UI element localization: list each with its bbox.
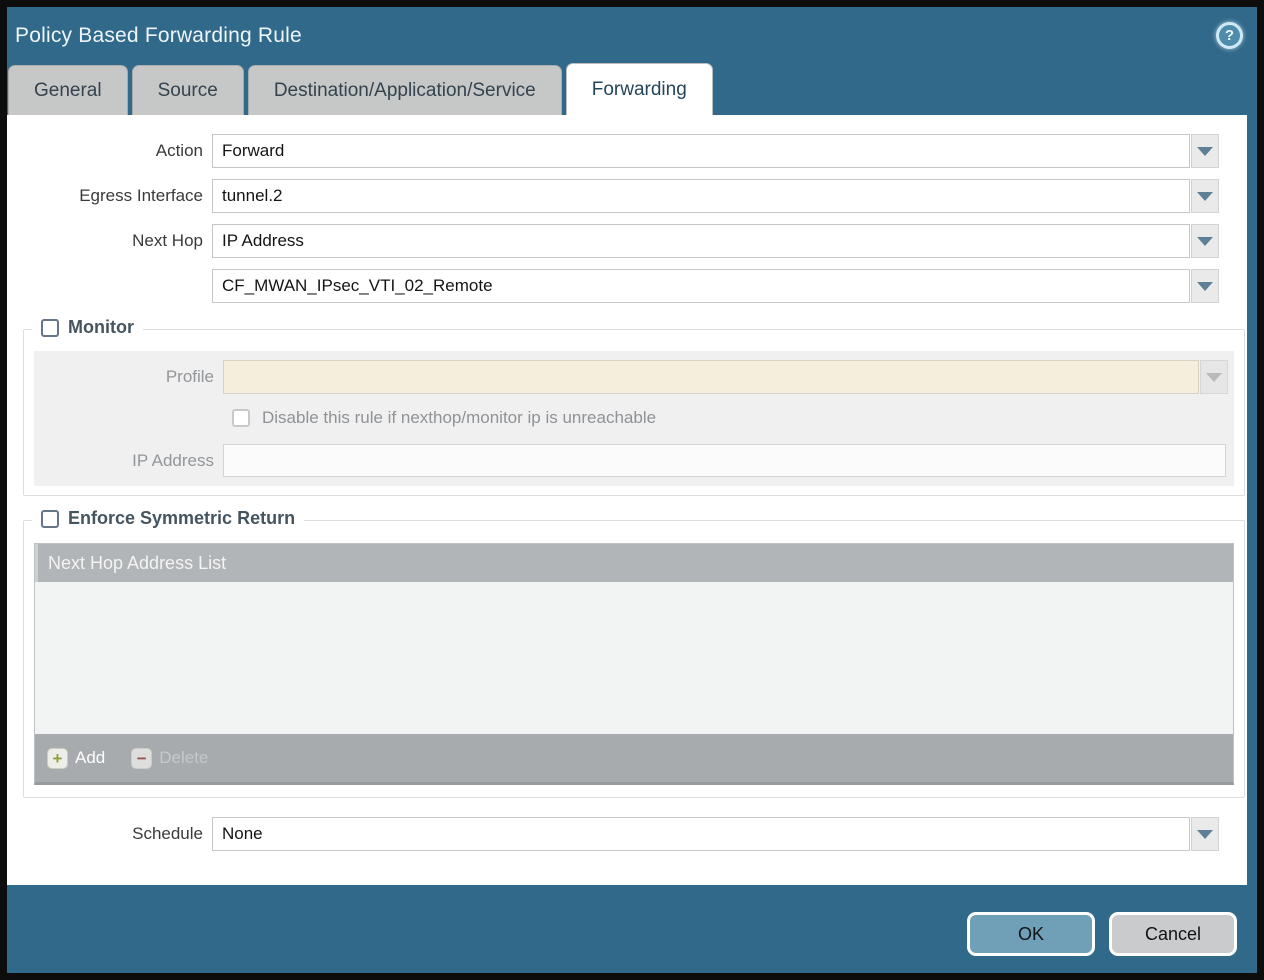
profile-row: Profile (34, 360, 1228, 394)
next-hop-type-select[interactable]: IP Address (212, 224, 1219, 258)
profile-dropdown-button[interactable] (1200, 360, 1228, 394)
action-value[interactable]: Forward (212, 134, 1190, 168)
schedule-row: Schedule None (7, 817, 1219, 851)
ok-button[interactable]: OK (967, 912, 1095, 956)
profile-label: Profile (34, 367, 223, 387)
cancel-button[interactable]: Cancel (1109, 912, 1237, 956)
monitor-legend-label: Monitor (68, 317, 134, 338)
next-hop-label: Next Hop (7, 231, 212, 251)
add-button[interactable]: + Add (47, 748, 105, 769)
forwarding-tab-panel: Action Forward Egress Interface tunnel.2… (7, 115, 1247, 885)
minus-icon: − (131, 748, 152, 769)
help-icon[interactable]: ? (1216, 22, 1243, 49)
tab-bar: General Source Destination/Application/S… (7, 65, 1257, 115)
tab-destination-application-service[interactable]: Destination/Application/Service (248, 65, 562, 115)
plus-icon: + (47, 748, 68, 769)
chevron-down-icon (1197, 237, 1213, 246)
chevron-down-icon (1206, 373, 1222, 382)
action-select[interactable]: Forward (212, 134, 1219, 168)
monitor-ip-address-label: IP Address (34, 451, 223, 471)
egress-interface-value[interactable]: tunnel.2 (212, 179, 1190, 213)
action-label: Action (7, 141, 212, 161)
chevron-down-icon (1197, 830, 1213, 839)
egress-interface-row: Egress Interface tunnel.2 (7, 179, 1219, 213)
egress-interface-dropdown-button[interactable] (1191, 179, 1219, 213)
tab-forwarding[interactable]: Forwarding (566, 63, 713, 115)
action-dropdown-button[interactable] (1191, 134, 1219, 168)
monitor-checkbox[interactable] (41, 319, 59, 337)
tab-source[interactable]: Source (132, 65, 244, 115)
next-hop-address-table: Next Hop Address List + Add − Delete (34, 543, 1234, 785)
pbf-rule-dialog: Policy Based Forwarding Rule ? General S… (0, 0, 1264, 980)
monitor-legend: Monitor (32, 317, 143, 338)
egress-interface-label: Egress Interface (7, 186, 212, 206)
monitor-section: Monitor Profile Disable this rule if nex… (23, 329, 1245, 496)
monitor-ip-address-input[interactable] (223, 444, 1226, 477)
next-hop-table-toolbar: + Add − Delete (35, 734, 1233, 782)
chevron-down-icon (1197, 282, 1213, 291)
disable-rule-label: Disable this rule if nexthop/monitor ip … (262, 408, 656, 428)
delete-button[interactable]: − Delete (131, 748, 208, 769)
dialog-title: Policy Based Forwarding Rule (15, 24, 302, 48)
next-hop-address-list-body[interactable] (35, 582, 1233, 734)
dialog-footer: OK Cancel (7, 885, 1257, 973)
schedule-value[interactable]: None (212, 817, 1190, 851)
enforce-symmetric-return-legend: Enforce Symmetric Return (32, 508, 304, 529)
action-row: Action Forward (7, 134, 1219, 168)
schedule-label: Schedule (7, 824, 212, 844)
disable-rule-row: Disable this rule if nexthop/monitor ip … (34, 408, 1234, 428)
add-button-label: Add (75, 748, 105, 768)
monitor-body: Profile Disable this rule if nexthop/mon… (34, 351, 1234, 486)
enforce-symmetric-return-checkbox[interactable] (41, 510, 59, 528)
profile-select[interactable] (223, 360, 1228, 394)
next-hop-address-list-header: Next Hop Address List (35, 544, 1233, 582)
chevron-down-icon (1197, 192, 1213, 201)
schedule-select[interactable]: None (212, 817, 1219, 851)
title-bar: Policy Based Forwarding Rule ? (7, 7, 1257, 65)
next-hop-dropdown-button[interactable] (1191, 224, 1219, 258)
monitor-ip-address-row: IP Address (34, 444, 1228, 477)
delete-button-label: Delete (159, 748, 208, 768)
chevron-down-icon (1197, 147, 1213, 156)
enforce-symmetric-return-label: Enforce Symmetric Return (68, 508, 295, 529)
disable-rule-checkbox[interactable] (232, 409, 250, 427)
tab-general[interactable]: General (8, 65, 128, 115)
egress-interface-select[interactable]: tunnel.2 (212, 179, 1219, 213)
next-hop-address-dropdown-button[interactable] (1191, 269, 1219, 303)
next-hop-address-value[interactable]: CF_MWAN_IPsec_VTI_02_Remote (212, 269, 1190, 303)
next-hop-type-value[interactable]: IP Address (212, 224, 1190, 258)
profile-value[interactable] (223, 360, 1199, 394)
enforce-symmetric-return-section: Enforce Symmetric Return Next Hop Addres… (23, 520, 1245, 798)
next-hop-address-select[interactable]: CF_MWAN_IPsec_VTI_02_Remote (212, 269, 1219, 303)
schedule-dropdown-button[interactable] (1191, 817, 1219, 851)
next-hop-row: Next Hop IP Address (7, 224, 1219, 258)
next-hop-address-row: CF_MWAN_IPsec_VTI_02_Remote (7, 269, 1219, 303)
